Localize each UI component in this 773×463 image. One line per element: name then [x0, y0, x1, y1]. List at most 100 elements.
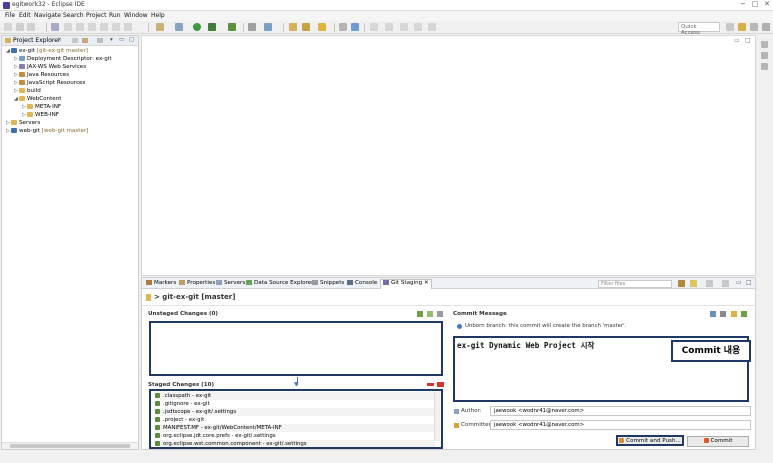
task-list-icon[interactable]	[761, 52, 768, 59]
maximize-view-icon[interactable]: □	[129, 37, 134, 43]
menu-file[interactable]: File	[5, 12, 15, 19]
staged-file-row[interactable]: .jsdtscope - ex-git/.settings	[155, 408, 435, 416]
open-perspective-icon[interactable]	[726, 23, 734, 31]
save-icon[interactable]	[16, 23, 24, 31]
amend-icon[interactable]	[720, 311, 726, 317]
menu-run[interactable]: Run	[109, 12, 121, 19]
menu-navigate[interactable]: Navigate	[34, 12, 61, 19]
step-return-icon[interactable]	[124, 23, 132, 31]
staged-file-row[interactable]: .gitignore - ex-git	[155, 400, 435, 408]
view-menu-chevron-icon[interactable]: ▾	[110, 37, 113, 43]
committer-field[interactable]: jaewook <wodnr41@naver.com>	[490, 420, 751, 430]
sign-icon[interactable]	[731, 311, 737, 317]
java-ee-perspective-icon[interactable]	[738, 23, 746, 31]
back-icon[interactable]	[400, 23, 408, 31]
server-icon[interactable]	[175, 23, 183, 31]
filter-toggle-icon[interactable]	[678, 280, 685, 287]
annotation-icon[interactable]	[351, 23, 359, 31]
horizontal-scrollbar[interactable]	[2, 442, 138, 449]
add-signed-off-icon[interactable]	[710, 311, 716, 317]
tree-item-jax-ws[interactable]: ▷ JAX-WS Web Services	[14, 63, 86, 71]
commit-message-text[interactable]: ex-git Dynamic Web Project 시작	[457, 340, 594, 351]
maximize-editor-icon[interactable]: □	[745, 37, 751, 44]
disconnect-icon[interactable]	[88, 23, 96, 31]
staged-file-row[interactable]: .classpath - ex-git	[155, 392, 435, 400]
open-folder-icon[interactable]	[289, 23, 297, 31]
debug-icon[interactable]	[208, 23, 216, 31]
minimize-editor-icon[interactable]: ▭	[734, 37, 740, 44]
next-annotation-icon[interactable]	[370, 23, 378, 31]
new-icon[interactable]	[4, 23, 12, 31]
scrollbar-thumb[interactable]	[10, 444, 130, 448]
tab-snippets[interactable]: Snippets	[312, 280, 344, 286]
author-field[interactable]: jaewook <wodnr41@naver.com>	[490, 406, 751, 416]
tree-item-servers[interactable]: ▷ Servers	[6, 119, 40, 127]
close-window-button[interactable]: ✕	[762, 0, 772, 10]
unstage-selected-icon[interactable]	[427, 383, 434, 386]
minimize-button[interactable]: ─	[738, 0, 748, 10]
stage-all-icon[interactable]	[427, 311, 433, 317]
pencil-icon[interactable]	[318, 23, 326, 31]
tab-console[interactable]: Console	[347, 280, 377, 286]
prev-annotation-icon[interactable]	[385, 23, 393, 31]
presentation-icon[interactable]	[690, 280, 697, 287]
forward-dropdown-icon[interactable]	[428, 23, 436, 31]
unstage-all-icon[interactable]	[437, 382, 444, 387]
build-icon[interactable]	[156, 23, 164, 31]
search-icon[interactable]	[302, 23, 310, 31]
view-menu-icon[interactable]	[722, 280, 729, 287]
forward-icon[interactable]	[414, 23, 422, 31]
view-menu-icon[interactable]	[97, 38, 103, 43]
staged-file-row[interactable]: MANIFEST.MF - ex-git/WebContent/META-INF	[155, 424, 435, 432]
minimize-view-icon[interactable]: ▭	[119, 37, 124, 43]
tree-item-java-resources[interactable]: ▷ Java Resources	[14, 71, 69, 79]
staged-file-row[interactable]: .project - ex-git	[155, 416, 435, 424]
maximize-view-icon[interactable]: □	[746, 279, 752, 286]
vertical-scrollbar[interactable]	[434, 392, 440, 441]
refresh-icon[interactable]	[706, 280, 713, 287]
maximize-button[interactable]: □	[750, 0, 760, 10]
tree-item-ex-git[interactable]: ◢ ex-git [git-ex-git master]	[6, 47, 88, 55]
staged-changes-list[interactable]: .classpath - ex-git .gitignore - ex-git …	[149, 389, 443, 449]
change-id-icon[interactable]	[741, 311, 747, 317]
skip-breakpoints-icon[interactable]	[51, 23, 59, 31]
git-perspective-icon[interactable]	[762, 23, 770, 31]
commit-button[interactable]: Commit	[687, 436, 749, 447]
menu-window[interactable]: Window	[124, 12, 148, 19]
tab-properties[interactable]: Properties	[179, 280, 215, 286]
commit-and-push-button[interactable]: Commit and Push...	[616, 435, 684, 446]
tab-data-source-explorer[interactable]: Data Source Explorer	[246, 280, 313, 286]
list-view-icon[interactable]	[437, 311, 443, 317]
open-type-icon[interactable]	[264, 23, 272, 31]
run-icon[interactable]	[193, 23, 201, 31]
tree-item-meta-inf[interactable]: ▷ META-INF	[22, 103, 61, 111]
staged-file-row[interactable]: org.eclipse.wst.common.component - ex-gi…	[155, 440, 435, 447]
menu-search[interactable]: Search	[63, 12, 84, 19]
tab-markers[interactable]: Markers	[146, 280, 176, 286]
close-view-icon[interactable]: ✕	[57, 37, 62, 43]
filter-files-input[interactable]: Filter files	[598, 280, 672, 288]
staged-file-row[interactable]: org.eclipse.jdt.core.prefs - ex-git/.set…	[155, 432, 435, 440]
terminate-icon[interactable]	[76, 23, 84, 31]
close-tab-icon[interactable]: ✕	[424, 280, 429, 286]
tree-item-javascript-resources[interactable]: ▷ JavaScript Resources	[14, 79, 85, 87]
save-all-icon[interactable]	[27, 23, 35, 31]
suspend-icon[interactable]	[64, 23, 72, 31]
tree-item-deployment-descriptor[interactable]: ▷ Deployment Descriptor: ex-git	[14, 55, 112, 63]
menu-project[interactable]: Project	[86, 12, 107, 19]
tab-servers[interactable]: Servers	[216, 280, 245, 286]
pin-icon[interactable]	[339, 23, 347, 31]
outline-icon[interactable]	[761, 63, 768, 70]
tab-git-staging[interactable]: Git Staging ✕	[380, 279, 432, 289]
collapse-all-icon[interactable]	[72, 38, 78, 43]
tree-item-web-inf[interactable]: ▷ WEB-INF	[22, 111, 59, 119]
menu-edit[interactable]: Edit	[19, 12, 31, 19]
step-over-icon[interactable]	[112, 23, 120, 31]
tree-item-webcontent[interactable]: ◢ WebContent	[14, 95, 61, 103]
restore-icon[interactable]	[761, 41, 768, 48]
java-perspective-icon[interactable]	[750, 23, 758, 31]
new-server-icon[interactable]	[248, 23, 256, 31]
quick-access-input[interactable]: Quick Access	[678, 22, 720, 36]
unstaged-changes-list[interactable]	[149, 321, 443, 376]
tree-item-build[interactable]: ▷ build	[14, 87, 41, 95]
